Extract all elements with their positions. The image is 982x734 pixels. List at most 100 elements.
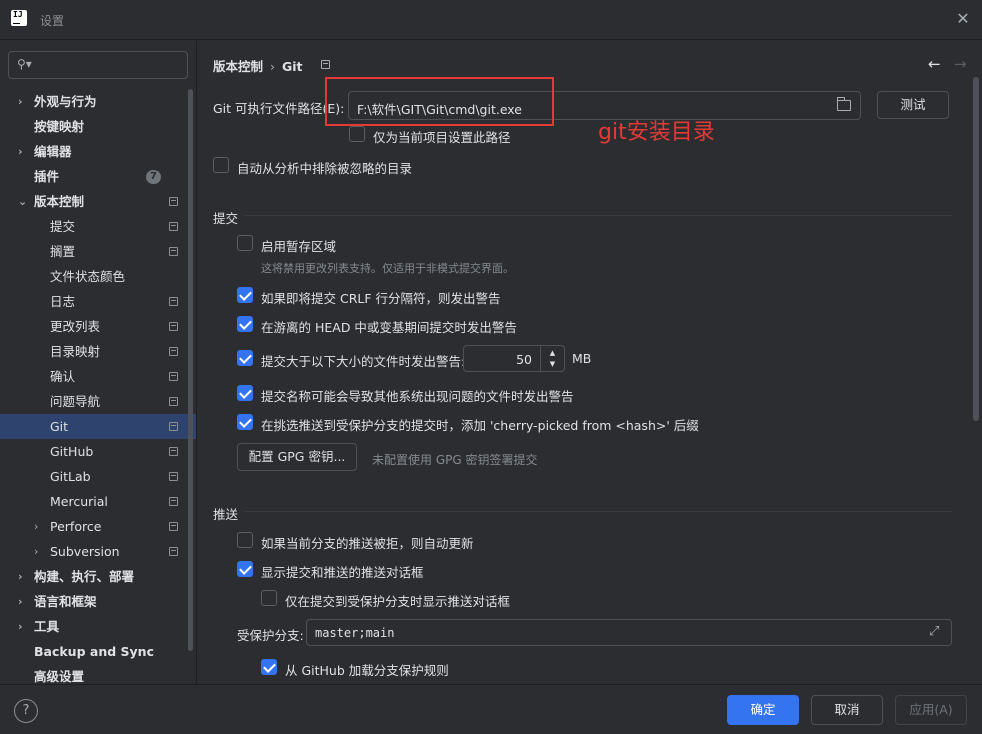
large-file-checkbox[interactable] <box>237 350 253 366</box>
sidebar-item[interactable]: 更改列表 <box>0 314 196 339</box>
sidebar-item[interactable]: 确认 <box>0 364 196 389</box>
sidebar-item-label: 工具 <box>34 619 60 634</box>
sidebar-item-label: 插件 <box>34 169 60 184</box>
auto-ignore-checkbox[interactable] <box>213 157 229 173</box>
file-size-stepper[interactable]: 50 ▲ ▼ <box>463 345 565 372</box>
sidebar-item[interactable]: › Subversion <box>0 539 196 564</box>
sidebar-item[interactable]: › 工具 <box>0 614 196 639</box>
sidebar-item[interactable]: 插件 7 <box>0 164 196 189</box>
sidebar-item[interactable]: 文件状态颜色 <box>0 264 196 289</box>
settings-tree: › 外观与行为 按键映射 › 编辑器 插件 7 ⌄ 版本控制 提交 搁置 文件状态颜色 日志 更改列表 目录… <box>0 89 196 689</box>
chevron-right-icon[interactable]: › <box>34 514 46 539</box>
chevron-right-icon[interactable]: › <box>18 564 30 589</box>
sidebar-item[interactable]: Mercurial <box>0 489 196 514</box>
sidebar-item[interactable]: 目录映射 <box>0 339 196 364</box>
settings-content: 版本控制 › Git ← → Git 可执行文件路径(E): F:\软件\GIT\G… <box>198 41 982 684</box>
bad-filename-label: 提交名称可能会导致其他系统出现问题的文件时发出警告 <box>261 389 574 404</box>
sidebar-scrollbar[interactable] <box>188 89 193 651</box>
stepper-arrows-icon[interactable]: ▲ ▼ <box>540 346 564 371</box>
project-only-checkbox[interactable] <box>349 126 365 142</box>
project-scope-icon <box>169 297 178 306</box>
sidebar-item-label: Mercurial <box>50 494 108 509</box>
chevron-down-icon[interactable]: ⌄ <box>18 189 30 214</box>
sidebar-item-label: 日志 <box>50 294 76 309</box>
show-push-dialog-checkbox[interactable] <box>237 561 253 577</box>
sidebar-item[interactable]: › Perforce <box>0 514 196 539</box>
sidebar-item-label: 编辑器 <box>34 144 72 159</box>
folder-icon[interactable] <box>837 97 851 111</box>
protected-only-checkbox[interactable] <box>261 590 277 606</box>
chevron-right-icon[interactable]: › <box>18 589 30 614</box>
sidebar-item[interactable]: GitLab <box>0 464 196 489</box>
file-size-unit: MB <box>572 351 592 366</box>
project-scope-icon <box>169 197 178 206</box>
sidebar-item[interactable]: ⌄ 版本控制 <box>0 189 196 214</box>
forward-arrow-icon[interactable]: → <box>954 55 967 73</box>
help-icon[interactable]: ? <box>14 699 38 723</box>
apply-button[interactable]: 应用(A) <box>895 695 967 725</box>
show-push-dialog-label: 显示提交和推送的推送对话框 <box>261 565 424 580</box>
window-title: 设置 <box>40 14 65 28</box>
cancel-button[interactable]: 取消 <box>811 695 883 725</box>
project-scope-icon <box>169 497 178 506</box>
project-scope-icon <box>169 447 178 456</box>
bad-filename-checkbox[interactable] <box>237 385 253 401</box>
staging-hint: 这将禁用更改列表支持。仅适用于非模式提交界面。 <box>261 262 514 275</box>
sidebar-item-label: 提交 <box>50 219 76 234</box>
chevron-right-icon[interactable]: › <box>18 614 30 639</box>
search-input[interactable]: ⚲▾ <box>8 51 188 79</box>
annotation-text: git安装目录 <box>598 120 715 145</box>
configure-gpg-button[interactable]: 配置 GPG 密钥... <box>237 443 357 471</box>
cherry-pick-checkbox[interactable] <box>237 414 253 430</box>
file-size-value: 50 <box>516 352 532 367</box>
project-scope-icon <box>169 247 178 256</box>
crlf-label: 如果即将提交 CRLF 行分隔符，则发出警告 <box>261 291 501 306</box>
sidebar-item[interactable]: › 外观与行为 <box>0 89 196 114</box>
expand-icon[interactable]: ⤢ <box>929 625 943 639</box>
sidebar-item[interactable]: GitHub <box>0 439 196 464</box>
back-arrow-icon[interactable]: ← <box>928 55 941 73</box>
chevron-right-icon[interactable]: › <box>18 139 30 164</box>
sidebar-item[interactable]: 日志 <box>0 289 196 314</box>
detached-head-label: 在游离的 HEAD 中或变基期间提交时发出警告 <box>261 320 517 335</box>
sidebar-item-label: GitHub <box>50 444 94 459</box>
sidebar-item-label: 问题导航 <box>50 394 101 409</box>
staging-label: 启用暂存区域 <box>261 239 337 254</box>
sidebar-item[interactable]: 按键映射 <box>0 114 196 139</box>
chevron-right-icon[interactable]: › <box>34 539 46 564</box>
project-only-label: 仅为当前项目设置此路径 <box>373 130 511 145</box>
protected-branches-input[interactable]: master;main ⤢ <box>306 619 952 646</box>
update-count-badge: 7 <box>146 170 161 184</box>
project-scope-icon <box>169 222 178 231</box>
sidebar-item-label: Git <box>50 419 69 434</box>
staging-checkbox[interactable] <box>237 235 253 251</box>
breadcrumb-parent[interactable]: 版本控制 <box>213 59 263 74</box>
project-scope-icon <box>169 372 178 381</box>
sidebar-item[interactable]: › 语言和框架 <box>0 589 196 614</box>
sidebar-item[interactable]: 搁置 <box>0 239 196 264</box>
sidebar-item[interactable]: › 编辑器 <box>0 139 196 164</box>
title-bar: 设置 ✕ <box>0 0 982 40</box>
project-scope-icon <box>321 60 330 69</box>
github-rules-checkbox[interactable] <box>261 659 277 675</box>
sidebar-item[interactable]: 提交 <box>0 214 196 239</box>
auto-update-checkbox[interactable] <box>237 532 253 548</box>
chevron-right-icon[interactable]: › <box>18 89 30 114</box>
sidebar-item-label: GitLab <box>50 469 91 484</box>
sidebar-item[interactable]: › 构建、执行、部署 <box>0 564 196 589</box>
project-scope-icon <box>169 322 178 331</box>
annotation-box <box>325 77 554 126</box>
close-icon[interactable]: ✕ <box>954 10 972 28</box>
sidebar-item[interactable]: 问题导航 <box>0 389 196 414</box>
sidebar-item-label: 文件状态颜色 <box>50 269 126 284</box>
sidebar-item[interactable]: Git <box>0 414 196 439</box>
content-scrollbar[interactable] <box>973 77 979 421</box>
github-rules-label: 从 GitHub 加载分支保护规则 <box>285 663 449 678</box>
ok-button[interactable]: 确定 <box>727 695 799 725</box>
test-button[interactable]: 测试 <box>877 91 949 119</box>
detached-head-checkbox[interactable] <box>237 316 253 332</box>
crlf-checkbox[interactable] <box>237 287 253 303</box>
protected-branches-label: 受保护分支: <box>237 628 304 643</box>
settings-sidebar: ⚲▾ › 外观与行为 按键映射 › 编辑器 插件 7 ⌄ 版本控制 提交 搁置 文件状态颜色 日志 更改列… <box>0 41 197 684</box>
sidebar-item[interactable]: Backup and Sync <box>0 639 196 664</box>
